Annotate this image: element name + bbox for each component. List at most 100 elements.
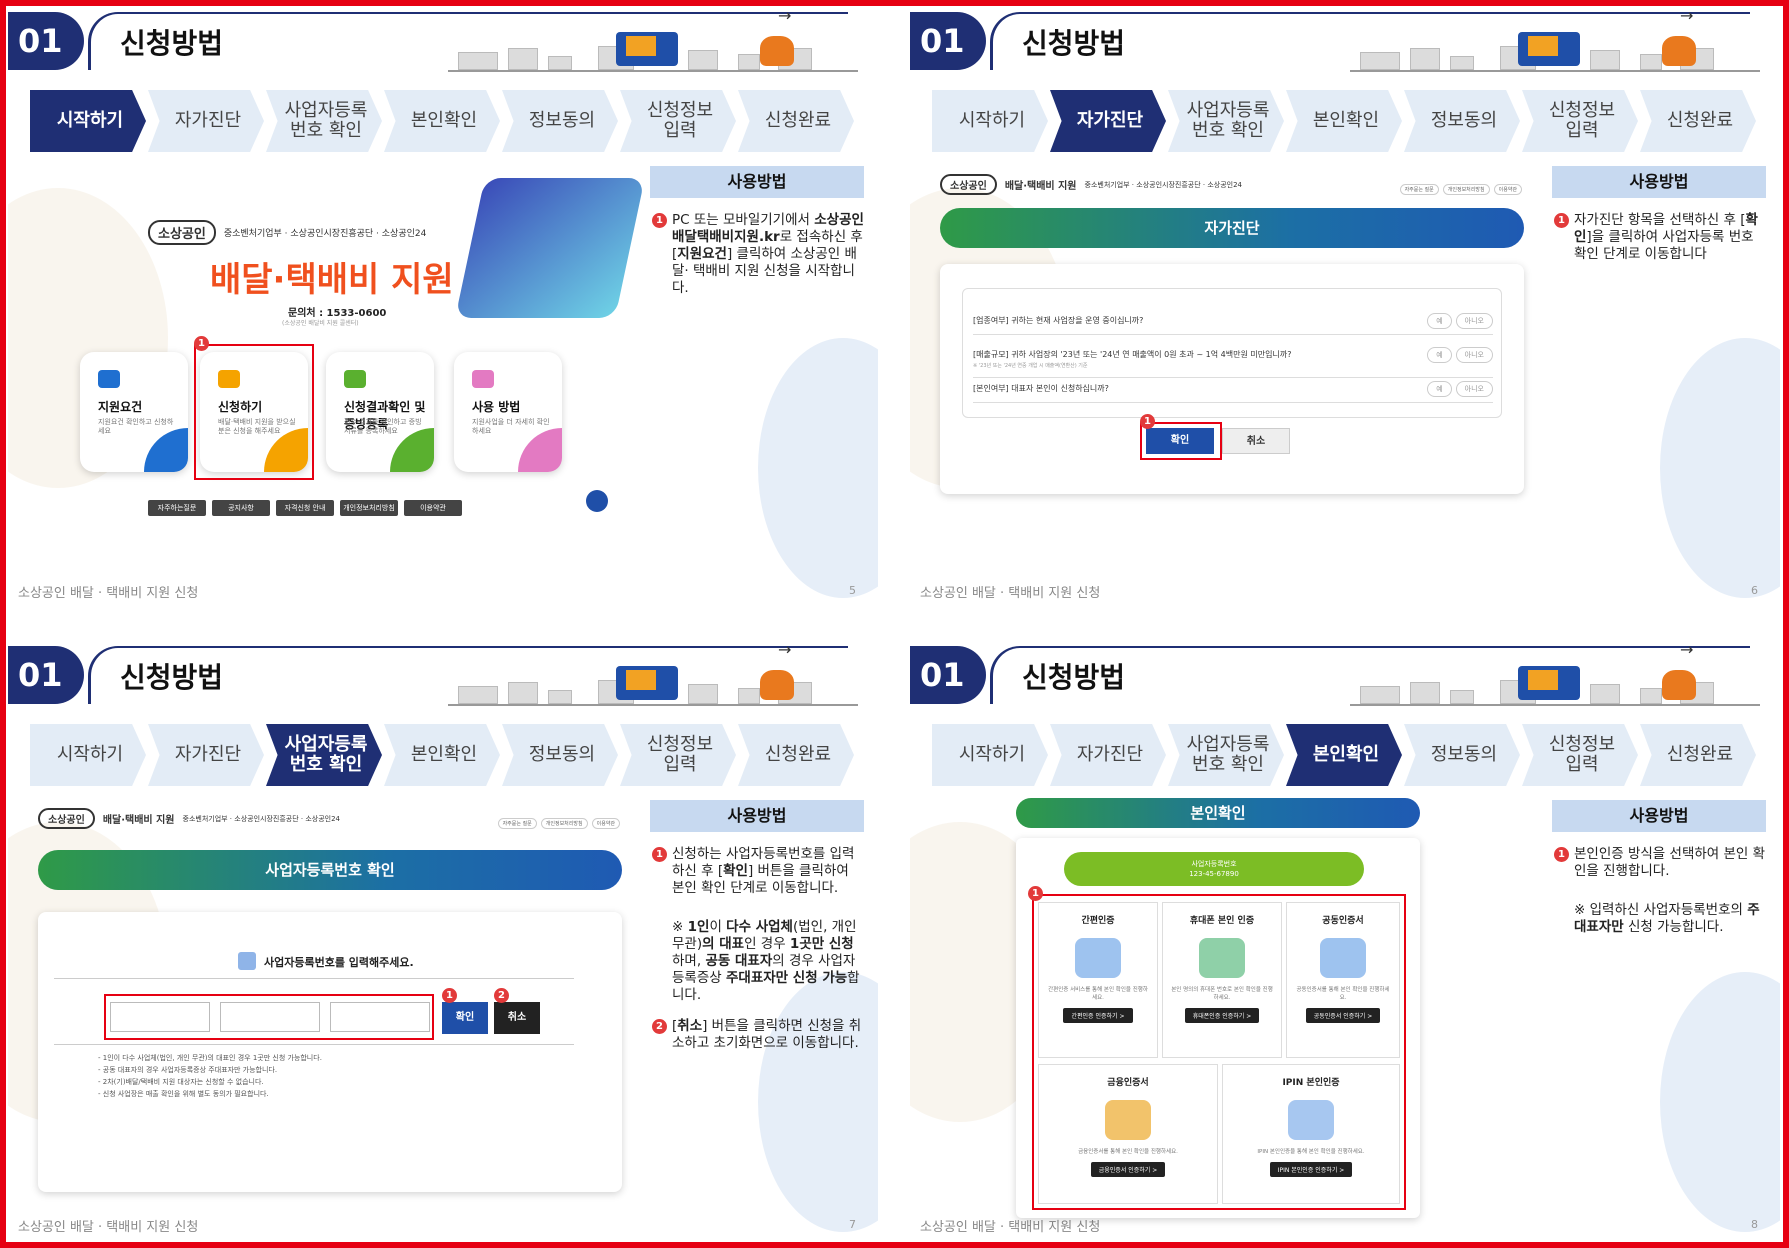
- callout-number: 1: [442, 988, 457, 1003]
- card-title: 사용 방법: [472, 400, 521, 414]
- section-number: 01: [8, 12, 84, 70]
- howto-item: 1 신청하는 사업자등록번호를 입력하신 후 [확인] 버튼을 클릭하여 본인 확…: [650, 846, 864, 897]
- step-6: 신청정보 입력: [620, 724, 736, 786]
- process-steps: 시작하기 자가진단 사업자등록 번호 확인 본인확인 정보동의 신청정보 입력 신청완료: [30, 90, 878, 152]
- step-7: 신청완료: [738, 724, 854, 786]
- top-link[interactable]: 이용약관: [591, 818, 620, 829]
- slide-title: 신청방법: [120, 661, 224, 694]
- top-link[interactable]: 이용약관: [1493, 184, 1522, 195]
- phone-illustration: [455, 178, 645, 318]
- confirm-button[interactable]: 확인: [442, 1002, 488, 1034]
- building-shape: [1640, 688, 1662, 704]
- auth-method-card[interactable]: IPIN 본인인증 IPIN 본인인증을 통해 본인 확인을 진행하세요. IPIN…: [1222, 1064, 1400, 1204]
- input-prompt: 사업자등록번호를 입력해주세요.: [264, 956, 414, 969]
- auth-method-card[interactable]: 금융인증서 금융인증서를 통해 본인 확인을 진행하세요. 금융인증서 인증하기 >: [1038, 1064, 1218, 1204]
- no-radio[interactable]: 아니오: [1455, 313, 1493, 329]
- cancel-button[interactable]: 취소: [494, 1002, 540, 1034]
- no-radio[interactable]: 아니오: [1455, 347, 1493, 363]
- auth-method-button[interactable]: 공동인증서 인증하기 >: [1305, 1008, 1381, 1023]
- question-note: ※ '23년 또는 '24년 연중 개업 시 매출액(연환산) 기준: [973, 363, 1088, 369]
- howto-emphasis: 지원요건: [677, 246, 727, 262]
- delivery-truck-icon: [1518, 32, 1580, 66]
- top-link[interactable]: 개인정보처리방침: [540, 818, 588, 829]
- background-shape: [1660, 338, 1780, 598]
- business-number-label: 사업자등록번호: [1191, 860, 1237, 868]
- footer-link-button[interactable]: 공지사항: [212, 500, 270, 516]
- highlight-box: [1140, 422, 1222, 460]
- section-number: 01: [910, 12, 986, 70]
- auth-method-button[interactable]: 간편인증 인증하기 >: [1063, 1008, 1133, 1023]
- page-number: 5: [849, 584, 856, 597]
- top-link[interactable]: 개인정보처리방침: [1442, 184, 1490, 195]
- yes-no-toggle: 예 아니오: [1427, 313, 1493, 329]
- top-links: 자주묻는 질문 개인정보처리방침 이용약관: [497, 818, 620, 829]
- auth-method-desc: IPIN 본인인증을 통해 본인 확인을 진행하세요.: [1257, 1149, 1365, 1155]
- howto-emphasis: 1곳만 신청: [789, 936, 854, 952]
- menu-card-4[interactable]: 사용 방법 지원사업을 더 자세히 확인하세요: [454, 352, 562, 472]
- auth-method-button[interactable]: 금융인증서 인증하기 >: [1090, 1162, 1166, 1177]
- delivery-rider-icon: [1662, 36, 1696, 66]
- step-number-badge: 1: [652, 213, 667, 228]
- cancel-button[interactable]: 취소: [1222, 428, 1290, 454]
- building-shape: [1360, 686, 1400, 704]
- step-2: 자가진단: [148, 90, 264, 152]
- footer-link-button[interactable]: 자주하는질문: [148, 500, 206, 516]
- building-shape: [688, 50, 718, 70]
- no-radio[interactable]: 아니오: [1455, 381, 1493, 397]
- howto-panel: 사용방법 1 신청하는 사업자등록번호를 입력하신 후 [확인] 버튼을 클릭하여 …: [650, 800, 864, 1052]
- yes-radio[interactable]: 예: [1427, 347, 1452, 363]
- screenshot-main: 소상공인 중소벤처기업부 · 소상공인시장진흥공단 · 소상공인24 배달·택배비 …: [70, 168, 645, 568]
- building-shape: [1360, 52, 1400, 70]
- arrow-right-icon: →: [778, 642, 792, 659]
- menu-card-1[interactable]: 지원요건 지원요건 확인하고 신청하세요: [80, 352, 188, 472]
- menu-card-3[interactable]: 신청결과확인 및 증빙등록 접수 결과를 확인하고 증빙서류를 등록하세요: [326, 352, 434, 472]
- yes-radio[interactable]: 예: [1427, 381, 1452, 397]
- logo-row: 소상공인 배달·택배비 지원 중소벤처기업부 · 소상공인시장진흥공단 · 소상공인…: [38, 808, 340, 829]
- section-number: 01: [910, 646, 986, 704]
- footer-link-button[interactable]: 자격신청 안내: [276, 500, 334, 516]
- step-3: 사업자등록 번호 확인: [1168, 90, 1284, 152]
- howto-text: ※ 입력하신 사업자등록번호의: [1574, 902, 1748, 918]
- howto-title: 사용방법: [1552, 800, 1766, 832]
- building-shape: [1450, 690, 1474, 704]
- howto-emphasis: 주대표자만 신청 가능: [725, 970, 848, 986]
- step-1: 시작하기: [30, 724, 146, 786]
- yes-no-toggle: 예 아니오: [1427, 347, 1493, 363]
- footer-text: 소상공인 배달 · 택배비 지원 신청: [18, 586, 199, 601]
- shield-icon: [1105, 1100, 1151, 1140]
- auth-method-card[interactable]: 휴대폰 본인 인증 본인 명의의 휴대폰 번호로 본인 확인을 진행하세요. 휴대폰…: [1162, 902, 1282, 1058]
- footer-text: 소상공인 배달 · 택배비 지원 신청: [920, 586, 1101, 601]
- card-title: 지원요건: [98, 400, 143, 414]
- process-steps: 시작하기 자가진단 사업자등록 번호 확인 본인확인 정보동의 신청정보 입력 신청완료: [30, 724, 878, 786]
- top-link[interactable]: 자주묻는 질문: [1399, 184, 1439, 195]
- howto-item: 2 [취소] 버튼을 클릭하면 신청을 취소하고 초기화면으로 이동합니다.: [650, 1018, 864, 1052]
- howto-text: 본인인증 방식을 선택하여 본인 확인을 진행합니다.: [1574, 846, 1766, 879]
- howto-emphasis: 다수 사업체: [726, 919, 793, 935]
- howto-emphasis: 확인: [723, 863, 748, 879]
- footer-link-button[interactable]: 개인정보처리방침: [340, 500, 398, 516]
- delivery-rider-icon: [760, 670, 794, 700]
- building-shape: [1450, 56, 1474, 70]
- howto-text: 인 경우: [744, 936, 790, 952]
- yes-radio[interactable]: 예: [1427, 313, 1452, 329]
- process-steps: 시작하기 자가진단 사업자등록 번호 확인 본인확인 정보동의 신청정보 입력 신청완료: [932, 90, 1780, 152]
- footer-link-button[interactable]: 이용약관: [404, 500, 462, 516]
- chatbot-icon[interactable]: [586, 490, 608, 512]
- auth-method-button[interactable]: 휴대폰인증 인증하기 >: [1184, 1008, 1260, 1023]
- building-shape: [548, 56, 572, 70]
- partner-logos: 중소벤처기업부 · 소상공인시장진흥공단 · 소상공인24: [1084, 180, 1243, 189]
- auth-method-button[interactable]: IPIN 본인인증 인증하기 >: [1269, 1162, 1353, 1177]
- shield-icon: [1288, 1100, 1334, 1140]
- brand-logo: 소상공인: [38, 808, 95, 829]
- arrow-right-icon: →: [1680, 642, 1694, 659]
- building-shape: [458, 52, 498, 70]
- callout-number: 1: [1140, 414, 1155, 429]
- top-link[interactable]: 자주묻는 질문: [497, 818, 537, 829]
- screenshot-main: 본인확인 사업자등록번호 123-45-67890 1 간편인증 간편인증 서비스를 통해…: [970, 798, 1530, 1218]
- step-number-badge: 1: [1554, 213, 1569, 228]
- auth-method-card[interactable]: 공동인증서 공동인증서를 통해 본인 확인을 진행하세요. 공동인증서 인증하기 >: [1286, 902, 1400, 1058]
- auth-method-card[interactable]: 간편인증 간편인증 서비스를 통해 본인 확인을 진행하세요. 간편인증 인증하기 …: [1038, 902, 1158, 1058]
- footer-text: 소상공인 배달 · 택배비 지원 신청: [18, 1220, 199, 1235]
- howto-item: 1 본인인증 방식을 선택하여 본인 확인을 진행합니다.: [1552, 846, 1766, 880]
- business-number-badge: 사업자등록번호 123-45-67890: [1064, 852, 1364, 886]
